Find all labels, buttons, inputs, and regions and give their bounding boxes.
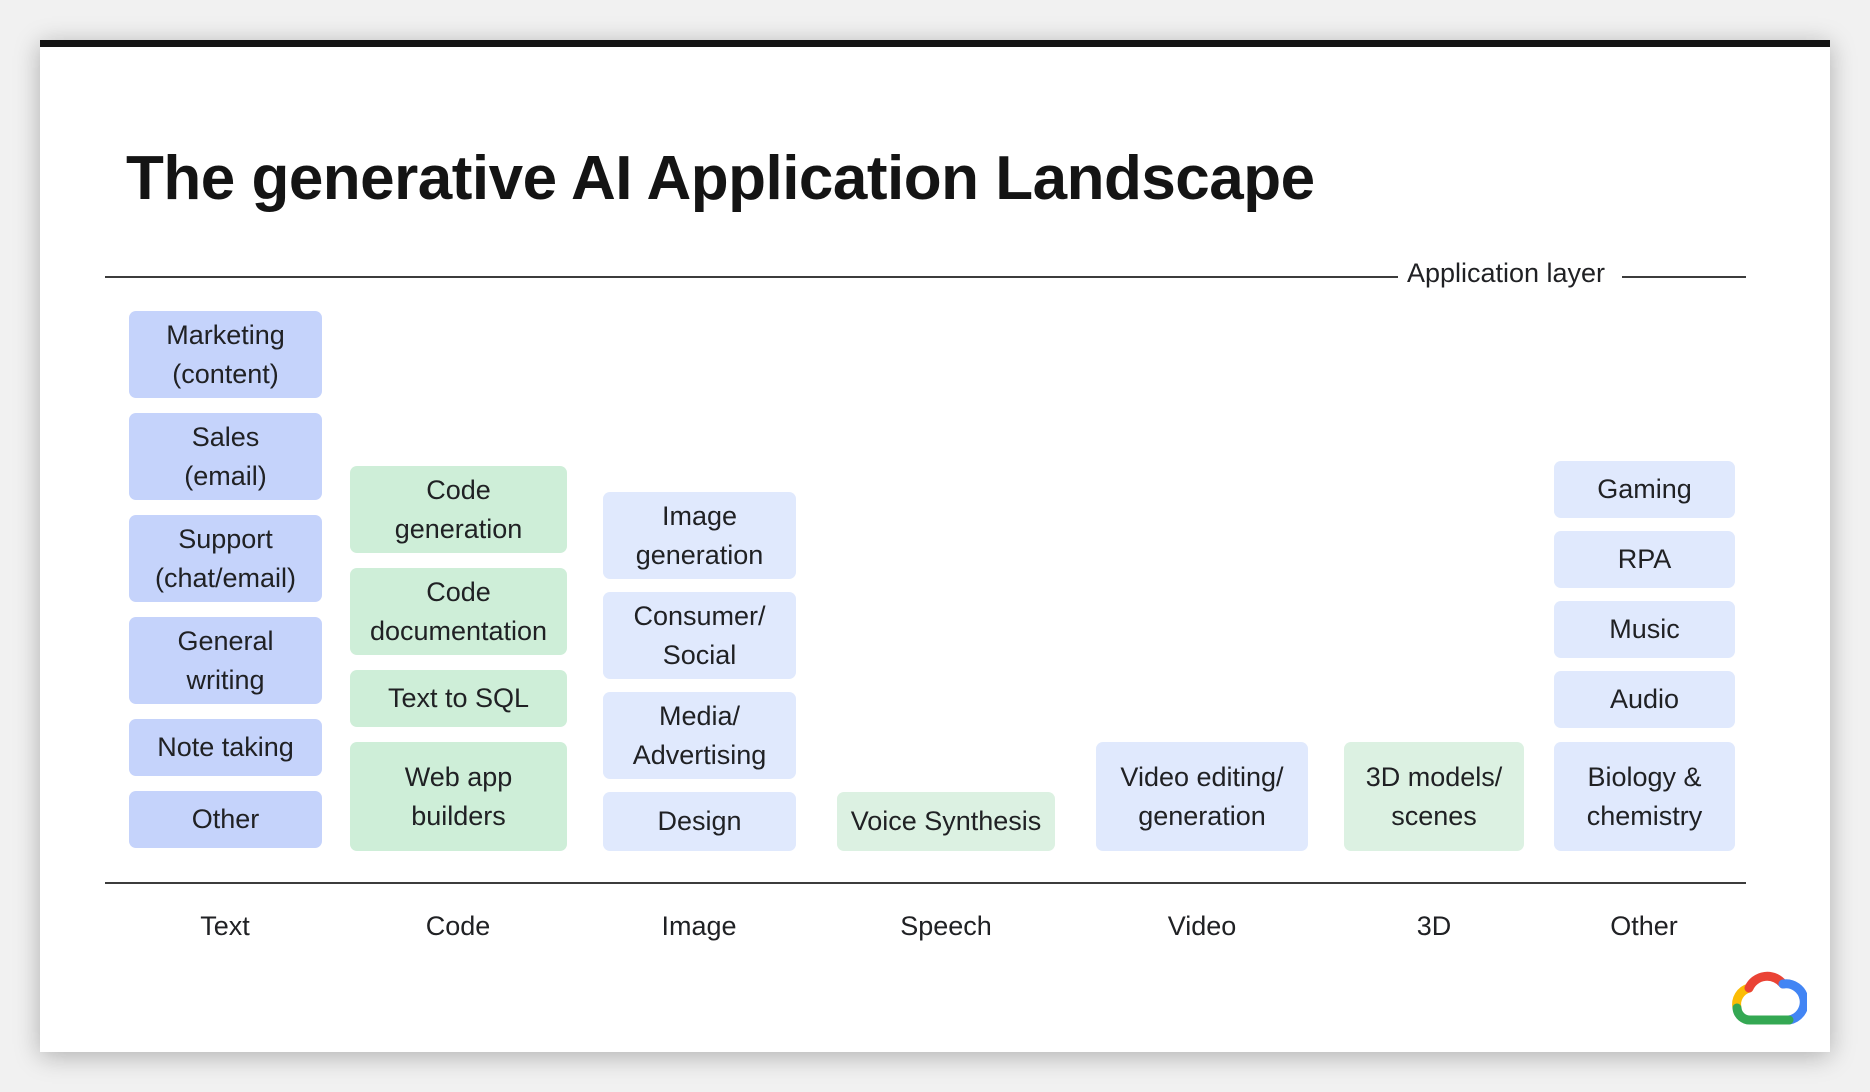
box-sales: Sales (email) — [129, 413, 322, 500]
box-marketing: Marketing (content) — [129, 311, 322, 398]
box-media-advertising: Media/ Advertising — [603, 692, 796, 779]
box-support: Support (chat/email) — [129, 515, 322, 602]
category-text: Text — [200, 911, 250, 941]
box-video-editing: Video editing/ generation — [1096, 742, 1308, 851]
category-code: Code — [425, 911, 491, 941]
category-image: Image — [661, 911, 737, 941]
box-note-taking: Note taking — [129, 719, 322, 776]
box-audio: Audio — [1554, 671, 1735, 728]
category-speech: Speech — [900, 911, 992, 941]
category-3d: 3D — [1416, 911, 1452, 941]
page-title: The generative AI Application Landscape — [126, 144, 1315, 213]
baseline-rule — [105, 882, 1746, 884]
box-code-generation: Code generation — [350, 466, 567, 553]
box-code-documentation: Code documentation — [350, 568, 567, 655]
application-layer-label: Application layer — [1406, 258, 1606, 288]
category-video: Video — [1167, 911, 1237, 941]
box-voice-synthesis: Voice Synthesis — [837, 792, 1055, 851]
google-cloud-logo-icon — [1732, 971, 1807, 1025]
box-general-writing: General writing — [129, 617, 322, 704]
box-web-app-builders: Web app builders — [350, 742, 567, 851]
box-design: Design — [603, 792, 796, 851]
application-layer-rule-left — [105, 276, 1398, 278]
box-image-generation: Image generation — [603, 492, 796, 579]
box-rpa: RPA — [1554, 531, 1735, 588]
box-text-other: Other — [129, 791, 322, 848]
box-biology-chemistry: Biology & chemistry — [1554, 742, 1735, 851]
box-consumer-social: Consumer/ Social — [603, 592, 796, 679]
application-layer-rule-right — [1622, 276, 1746, 278]
box-text-to-sql: Text to SQL — [350, 670, 567, 727]
box-gaming: Gaming — [1554, 461, 1735, 518]
box-3d-models: 3D models/ scenes — [1344, 742, 1524, 851]
box-music: Music — [1554, 601, 1735, 658]
category-other: Other — [1610, 911, 1678, 941]
slide: The generative AI Application Landscape … — [40, 40, 1830, 1052]
